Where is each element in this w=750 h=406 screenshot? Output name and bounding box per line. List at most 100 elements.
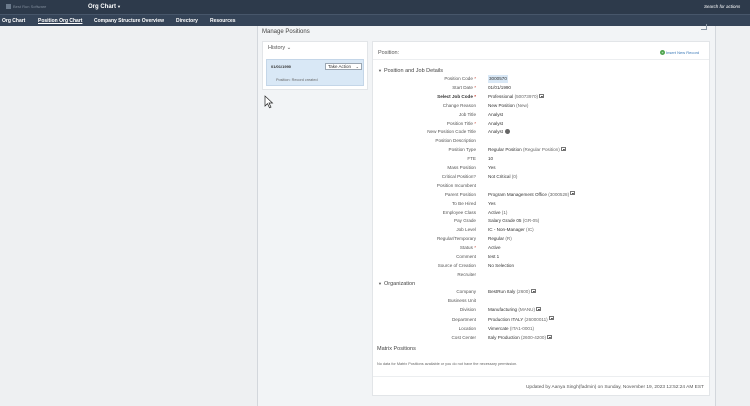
insert-new-record-label: Insert New Record (666, 50, 700, 55)
field-value-code: (0) (511, 173, 518, 179)
more-details-icon[interactable] (539, 93, 545, 98)
field-label: Position Description (435, 137, 476, 145)
field-row-division: Division Manufacturing (MANU) (373, 306, 709, 314)
section-title: Organization (383, 281, 416, 287)
field-row-business-unit: Business Unit (373, 297, 709, 305)
field-label: Department (452, 316, 476, 324)
field-value: Analyst (488, 120, 503, 128)
nav-item-position-org-chart[interactable]: Position Org Chart (38, 17, 82, 25)
section-title: Position and Job Details (383, 68, 443, 74)
field-value-code: (ITA1-0001) (509, 325, 535, 331)
matrix-positions-note: No data for Matrix Positions available o… (377, 362, 518, 366)
section-organization[interactable]: ▼ Organization (378, 280, 415, 288)
resize-icon[interactable] (701, 24, 707, 30)
more-details-icon[interactable] (536, 307, 541, 312)
field-value-code: (26000011) (524, 316, 548, 322)
more-details-icon[interactable] (530, 288, 536, 293)
field-row-to-be-hired: To Be Hired Yes (373, 200, 709, 208)
field-row-regular-temporary: Regular/Temporary Regular (R) (373, 235, 709, 243)
history-panel: History ⌄ 01/01/1990 Take Action ⌄ Posit… (262, 41, 368, 90)
nav-item-org-chart[interactable]: Org Chart (2, 17, 25, 25)
field-value: Regular (R) (488, 235, 512, 243)
field-label: Mass Position (447, 164, 476, 172)
field-value: Analyst (488, 111, 503, 119)
field-value: Manufacturing (MANU) (488, 306, 541, 314)
chevron-down-icon: ⌄ (285, 45, 292, 51)
field-label: Regular/Temporary (437, 235, 476, 243)
field-label-text: FTE (467, 156, 476, 162)
field-value-text: 01/01/1990 (488, 84, 511, 90)
field-row-job-title: Job Title Analyst (373, 111, 709, 119)
history-entry[interactable]: 01/01/1990 Take Action ⌄ Position: Recor… (266, 59, 364, 86)
field-label-text: Division (459, 307, 476, 313)
app-title-menu[interactable]: Org Chart▼ (88, 3, 121, 11)
field-label: Employee Class (443, 209, 476, 217)
field-value: IC - Non-Manager (IC) (488, 226, 534, 234)
page-title: Manage Positions (262, 29, 310, 35)
field-label-text: Job Title (458, 111, 476, 117)
field-value-code: (IC) (526, 227, 534, 233)
field-row-position-incumbent: Position Incumbent (373, 182, 709, 190)
field-row-parent-position: Parent Position Program Management Office… (373, 191, 709, 199)
field-label-text: Business Unit (447, 298, 476, 304)
field-label: Position Incumbent (437, 182, 476, 190)
required-marker: * (472, 120, 476, 126)
insert-new-record-link[interactable]: + Insert New Record (660, 50, 699, 55)
field-value-text: Not Critical (488, 173, 511, 179)
updated-by-text: Updated by Aanya Singh(fadmin) on Sunday… (525, 385, 704, 390)
field-label-text: Source of Creation (437, 262, 476, 268)
nav-item-directory[interactable]: Directory (176, 17, 198, 25)
field-label-text: New Position Code Title (427, 129, 476, 135)
field-label: To Be Hired (452, 200, 476, 208)
take-action-dropdown[interactable]: Take Action ⌄ (325, 63, 362, 70)
more-details-icon[interactable] (570, 191, 576, 196)
info-icon[interactable] (505, 128, 511, 134)
field-value-text: Regular Position (488, 147, 522, 153)
field-row-start-date: Start Date * 01/01/1990 (373, 84, 709, 92)
mouse-cursor-icon (264, 95, 274, 109)
field-row-pay-grade: Pay Grade Salary Grade 05 (GR-05) (373, 217, 709, 225)
more-details-icon[interactable] (548, 316, 554, 321)
field-value: Salary Grade 05 (GR-05) (488, 217, 539, 225)
field-value-text: Italy Production (488, 335, 520, 340)
history-entry-date: 01/01/1990 (271, 64, 292, 69)
search-input[interactable]: Search for actions (704, 3, 750, 11)
history-toggle[interactable]: History ⌄ (268, 45, 291, 52)
field-label-text: Position Type (448, 147, 477, 153)
history-entry-status: Position: Record created (276, 78, 318, 82)
field-row-department: Department Production ITALY (26000011) (373, 316, 709, 324)
divider (373, 59, 709, 60)
field-value-text: Salary Grade 05 (488, 218, 522, 224)
field-value-code: (MANU) (518, 307, 535, 313)
field-value: Yes (488, 164, 496, 172)
field-label-text: To Be Hired (452, 200, 476, 206)
more-details-icon[interactable] (560, 146, 566, 151)
required-marker: * (472, 245, 476, 251)
field-row-recruiter: Recruiter (373, 271, 709, 279)
field-row-mass-position: Mass Position Yes (373, 164, 709, 172)
field-row-cost-center: Cost Center Italy Production (2600-4200) (373, 334, 709, 342)
matrix-positions-title: Matrix Positions (377, 346, 416, 352)
nav-item-company-structure-overview[interactable]: Company Structure Overview (94, 17, 164, 25)
field-row-change-reason: Change Reason New Position (New) (373, 102, 709, 110)
field-value-text: 10 (488, 156, 494, 162)
field-label-text: Pay Grade (454, 218, 476, 224)
field-value-code: (2600-4200) (520, 335, 546, 340)
field-row-position-type: Position Type Regular Position (Regular P… (373, 146, 709, 154)
field-value: Not Critical (0) (488, 173, 517, 181)
field-label: Position Title * (447, 120, 476, 128)
nav-item-resources[interactable]: Resources (210, 17, 236, 25)
field-value-text: Analyst (488, 120, 504, 126)
field-label-text: Critical Position? (441, 173, 476, 179)
field-label-text: Start Date (452, 84, 473, 90)
field-value-text: Yes (488, 200, 496, 206)
company-logo[interactable]: Best Run Software (6, 4, 68, 10)
field-value-text: Program Management Office (488, 191, 547, 197)
more-details-icon[interactable] (546, 334, 552, 339)
field-row-select-job-code: Select Job Code * Professional (50073970) (373, 93, 709, 101)
position-card: Position: + Insert New Record ▼ Position a… (372, 41, 710, 396)
field-value: Active (488, 244, 501, 252)
field-label: Company (456, 288, 476, 296)
section-position-job-details[interactable]: ▼ Position and Job Details (378, 67, 443, 75)
field-value: Regular Position (Regular Position) (488, 146, 566, 154)
